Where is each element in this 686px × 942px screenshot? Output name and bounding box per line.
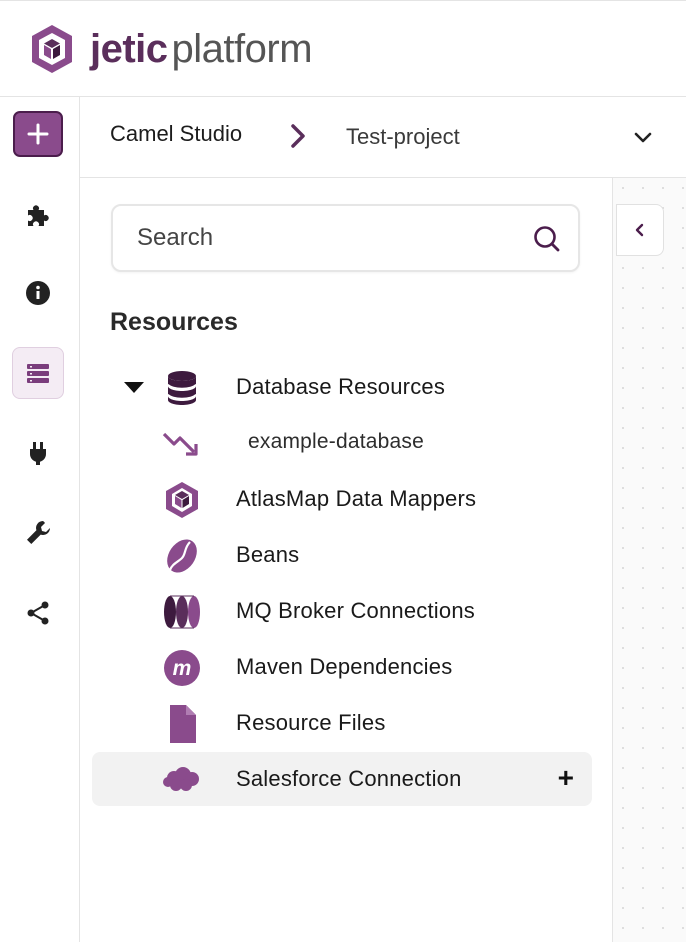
puzzle-icon [28, 205, 49, 226]
tree-item-label: Maven Dependencies [236, 654, 453, 679]
atlasmap-cube-icon [166, 482, 198, 518]
search-icon[interactable] [532, 224, 562, 254]
search-input[interactable]: Search [111, 204, 580, 272]
tree-item-label: Salesforce Connection [236, 766, 462, 791]
brand-name-bold: jetic [90, 27, 168, 71]
caret-down-icon[interactable] [124, 382, 144, 393]
database-icon [167, 371, 197, 405]
chevron-right-icon [291, 124, 305, 148]
plus-icon [27, 123, 49, 145]
jetic-logo-icon [32, 25, 72, 73]
route-canvas[interactable] [613, 178, 686, 942]
rail-info-button[interactable] [12, 267, 64, 319]
tree-item-label: AtlasMap Data Mappers [236, 486, 477, 511]
svg-text:m: m [173, 657, 192, 680]
plug-icon [30, 442, 46, 465]
coffee-bean-icon [167, 539, 197, 573]
list-icon [27, 364, 49, 383]
wrench-icon [27, 521, 50, 544]
mq-broker-icon [164, 595, 200, 629]
tree-item-label: Beans [236, 542, 300, 567]
salesforce-cloud-icon [163, 767, 199, 791]
info-icon [26, 281, 50, 305]
tree-item-salesforce[interactable]: Salesforce Connection + [92, 752, 592, 806]
tree-item-label: MQ Broker Connections [236, 598, 475, 623]
rail-settings-button[interactable] [12, 507, 64, 559]
tree-item-resource-files[interactable]: Resource Files [92, 696, 592, 750]
tree-item-maven[interactable]: m Maven Dependencies [92, 640, 592, 694]
add-button[interactable] [13, 111, 63, 157]
search-placeholder: Search [137, 224, 214, 251]
left-rail [0, 97, 80, 942]
tree-item-label: Database Resources [236, 374, 446, 399]
brand-logo[interactable]: jetic platform [28, 23, 313, 75]
breadcrumb: Camel Studio Test-project [80, 97, 686, 178]
rail-resources-button[interactable] [12, 347, 64, 399]
resources-panel: Search Resources Database Resources exam… [80, 178, 613, 942]
chevron-left-icon [635, 223, 644, 237]
breadcrumb-current[interactable]: Test-project [346, 124, 460, 150]
tree-item-example-database[interactable]: example-database [92, 416, 592, 470]
top-bar: jetic platform [0, 0, 686, 97]
share-icon [27, 601, 49, 625]
file-icon [170, 705, 196, 743]
tree-item-beans[interactable]: Beans [92, 528, 592, 582]
rail-connectors-button[interactable] [12, 427, 64, 479]
tree-item-database-resources[interactable]: Database Resources [92, 360, 592, 414]
trend-down-arrow-icon [162, 432, 198, 456]
add-salesforce-button[interactable]: + [558, 764, 574, 792]
tree-item-label: Resource Files [236, 710, 386, 735]
resources-title: Resources [110, 308, 238, 336]
collapse-panel-button[interactable] [616, 204, 664, 256]
tree-item-mq-broker[interactable]: MQ Broker Connections [92, 584, 592, 638]
maven-m-icon: m [164, 650, 200, 686]
tree-item-atlasmap[interactable]: AtlasMap Data Mappers [92, 472, 592, 526]
brand-name-light: platform [171, 27, 313, 71]
brand-name: jetic platform [90, 23, 313, 75]
tree-item-label: example-database [248, 430, 424, 453]
rail-components-button[interactable] [12, 189, 64, 241]
rail-share-button[interactable] [12, 587, 64, 639]
chevron-down-icon[interactable] [632, 127, 654, 149]
breadcrumb-root[interactable]: Camel Studio [110, 121, 242, 147]
